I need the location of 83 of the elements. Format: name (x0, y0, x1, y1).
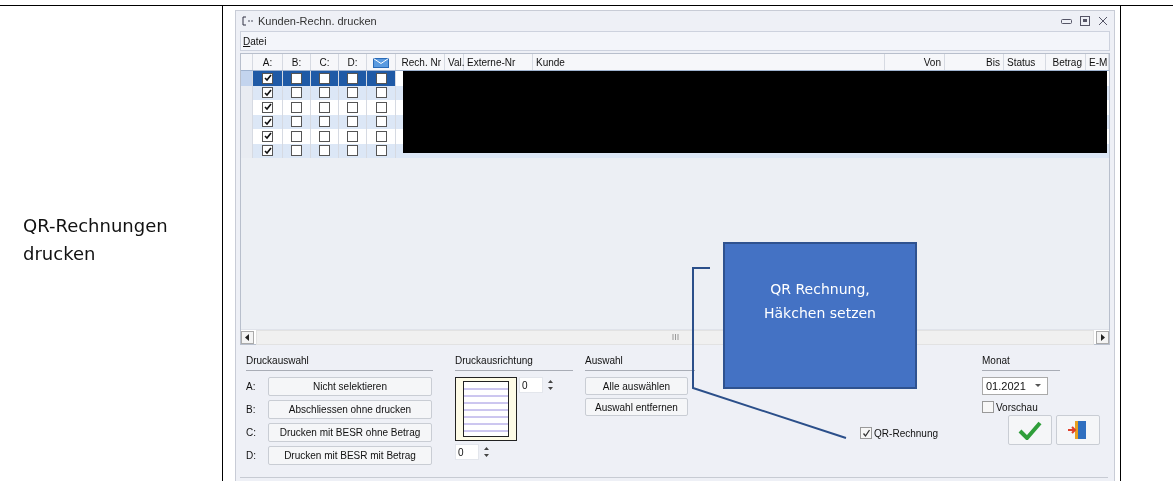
scroll-right-icon[interactable] (1096, 330, 1109, 344)
checkbox[interactable] (262, 145, 273, 157)
checkbox[interactable] (375, 116, 387, 128)
print-option-button[interactable]: Drucken mit BESR ohne Betrag (268, 423, 432, 442)
selection-button[interactable]: Auswahl entfernen (585, 398, 688, 416)
confirm-button[interactable] (1008, 415, 1052, 445)
selection-button[interactable]: Alle auswählen (585, 377, 688, 395)
checkbox[interactable] (347, 87, 358, 99)
column-header[interactable]: Status (1004, 54, 1046, 70)
exit-door-icon (1067, 419, 1089, 441)
checkbox-label[interactable]: Vorschau (996, 401, 1038, 413)
group-heading: Druckausrichtung (455, 355, 573, 371)
checkbox[interactable] (347, 130, 358, 142)
checkbox[interactable] (375, 145, 387, 157)
checkbox[interactable] (262, 87, 273, 99)
checkbox[interactable] (319, 101, 330, 113)
column-header[interactable]: Val. (445, 54, 464, 70)
checkbox-label[interactable]: QR-Rechnung (874, 427, 938, 439)
checkbox[interactable] (319, 145, 330, 157)
checkbox[interactable] (347, 116, 358, 128)
option-key: B: (246, 404, 260, 415)
print-option-button[interactable]: Abschliessen ohne drucken (268, 400, 432, 419)
checkbox[interactable] (375, 130, 387, 142)
checkbox[interactable] (291, 87, 302, 99)
group-heading: Auswahl (585, 355, 695, 371)
column-header[interactable]: Von (885, 54, 945, 70)
checkbox[interactable] (262, 116, 273, 128)
close-icon[interactable] (1098, 16, 1108, 26)
page-orientation-drawing[interactable] (455, 377, 517, 441)
side-label: QR-Rechnungen drucken (22, 214, 169, 266)
column-header[interactable]: Rech. Nr (396, 54, 445, 70)
checkbox[interactable] (319, 116, 330, 128)
column-header[interactable]: A: (253, 54, 283, 70)
spinner-arrows-icon[interactable] (547, 379, 554, 391)
scroll-left-icon[interactable] (241, 330, 254, 344)
option-key: A: (246, 381, 260, 392)
group-heading: Druckauswahl (246, 355, 433, 371)
checkbox[interactable] (291, 145, 302, 157)
column-header[interactable]: Externe-Nr (464, 54, 533, 70)
checkbox[interactable] (319, 130, 330, 142)
checkmark-icon (1018, 420, 1042, 440)
window-title: Kunden-Rechn. drucken (258, 15, 377, 27)
checkbox[interactable] (319, 72, 330, 84)
menu-item[interactable]: Datei (243, 35, 267, 47)
checkbox[interactable] (347, 72, 358, 84)
checkbox[interactable] (291, 130, 302, 142)
checkbox[interactable] (262, 101, 273, 113)
column-header[interactable]: Kunde (533, 54, 885, 70)
column-header[interactable]: Betrag (1046, 54, 1086, 70)
checkbox[interactable] (291, 116, 302, 128)
app-icon (242, 16, 254, 26)
group-heading: Monat (982, 355, 1060, 371)
minimize-icon[interactable] (1061, 17, 1072, 25)
checkbox[interactable] (375, 101, 387, 113)
column-header[interactable]: E-M (1086, 54, 1109, 70)
checkbox[interactable] (347, 145, 358, 157)
checkbox[interactable] (262, 130, 273, 142)
option-key: C: (246, 427, 260, 438)
column-header[interactable]: C: (311, 54, 339, 70)
option-key: D: (246, 450, 260, 461)
number-field[interactable]: 0 (455, 444, 479, 460)
spinner-arrows-icon[interactable] (483, 446, 490, 458)
column-header[interactable]: Bis (945, 54, 1004, 70)
callout-tooltip: QR Rechnung, Häkchen setzen (723, 242, 917, 389)
checkbox[interactable] (319, 87, 330, 99)
column-header[interactable]: B: (283, 54, 311, 70)
checkbox[interactable] (860, 427, 873, 439)
checkbox[interactable] (375, 72, 387, 84)
caret-icon[interactable] (1035, 384, 1041, 388)
checkbox[interactable] (375, 87, 387, 99)
checkbox[interactable] (347, 101, 358, 113)
restore-icon[interactable] (1080, 16, 1090, 26)
checkbox[interactable] (262, 72, 273, 84)
checkbox[interactable] (291, 101, 302, 113)
print-option-button[interactable]: Nicht selektieren (268, 377, 432, 396)
scroll-grip-icon[interactable] (671, 334, 679, 340)
checkbox[interactable] (291, 72, 302, 84)
exit-button[interactable] (1056, 415, 1100, 445)
number-field[interactable]: 0 (519, 377, 543, 393)
print-option-button[interactable]: Drucken mit BESR mit Betrag (268, 446, 432, 465)
month-dropdown[interactable]: 01.2021 (982, 377, 1048, 395)
column-header[interactable]: D: (339, 54, 367, 70)
checkbox[interactable] (982, 401, 994, 413)
